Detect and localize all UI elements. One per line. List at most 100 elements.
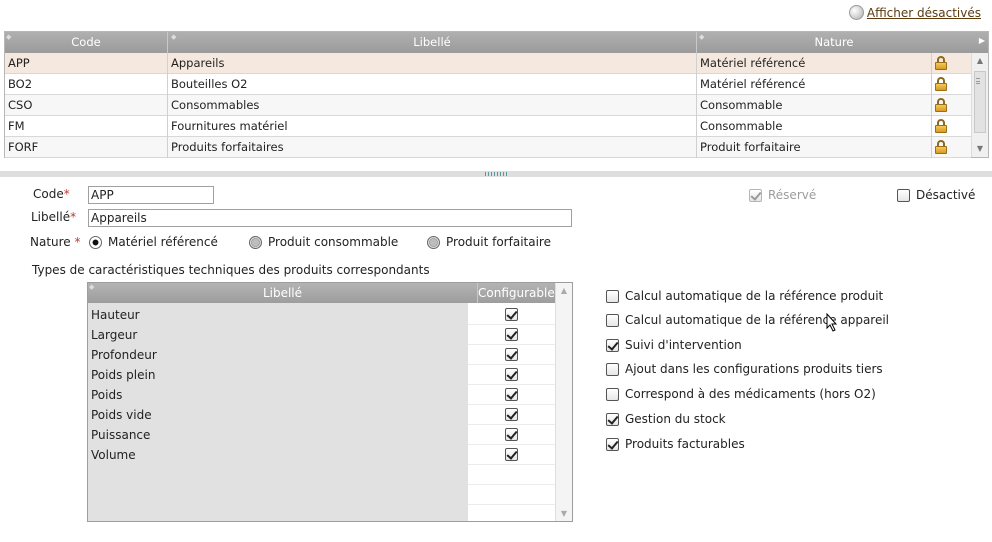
- characteristic-name: Poids: [91, 388, 123, 402]
- cell-nature: Consommable: [697, 116, 932, 137]
- cell-lock[interactable]: [932, 116, 971, 137]
- table-row[interactable]: FM Fournitures matériel Consommable: [5, 116, 971, 137]
- table-row[interactable]: BO2 Bouteilles O2 Matériel référencé: [5, 74, 971, 95]
- scroll-right-icon[interactable]: ▶: [979, 36, 985, 45]
- scroll-up-icon[interactable]: ▲: [556, 286, 572, 295]
- table-row[interactable]: FORF Produits forfaitaires Produit forfa…: [5, 137, 971, 158]
- show-disabled-link[interactable]: Afficher désactivés: [867, 6, 981, 20]
- nature-radio-materiel[interactable]: Matériel référencé: [89, 235, 218, 249]
- product-family-grid: ◆ Code ◆ Libellé ◆ Nature ▶ APP Appareil…: [4, 31, 989, 158]
- cell-code: FORF: [5, 137, 168, 158]
- scroll-up-icon[interactable]: ▲: [972, 54, 988, 68]
- list-item[interactable]: Largeur: [88, 325, 555, 345]
- checkbox-label: Désactivé: [916, 188, 976, 202]
- grid-header: ◆ Code ◆ Libellé ◆ Nature ▶: [5, 32, 988, 53]
- subgrid-scrollbar[interactable]: ▲ ▼: [555, 283, 572, 521]
- checkbox[interactable]: [606, 313, 619, 327]
- checkbox[interactable]: [897, 188, 910, 202]
- list-item[interactable]: Poids: [88, 385, 555, 405]
- cell-libelle: Consommables: [168, 95, 697, 116]
- configurable-checkbox[interactable]: [505, 448, 518, 461]
- panel-splitter[interactable]: [0, 171, 992, 177]
- characteristic-name: Poids plein: [91, 368, 156, 382]
- cell-libelle: Produits forfaitaires: [168, 137, 697, 158]
- configurable-checkbox[interactable]: [505, 408, 518, 421]
- configurable-checkbox[interactable]: [505, 328, 518, 341]
- nature-radio-consommable[interactable]: Produit consommable: [249, 235, 398, 249]
- cell-nature: Matériel référencé: [697, 74, 932, 95]
- radio-button[interactable]: [249, 235, 262, 249]
- lock-icon: [935, 98, 947, 112]
- cell-nature: Consommable: [697, 95, 932, 116]
- libelle-label: Libellé*: [31, 210, 77, 224]
- column-header-code[interactable]: Code: [5, 32, 168, 53]
- show-disabled-link-wrap[interactable]: Afficher désactivés: [848, 5, 981, 20]
- checkbox[interactable]: [606, 362, 619, 376]
- cell-code: BO2: [5, 74, 168, 95]
- column-header-configurable[interactable]: Configurable: [477, 283, 555, 303]
- configurable-checkbox[interactable]: [505, 428, 518, 441]
- table-row[interactable]: CSO Consommables Consommable: [5, 95, 971, 116]
- configurable-checkbox[interactable]: [505, 308, 518, 321]
- cell-libelle: Appareils: [168, 53, 697, 74]
- checkbox[interactable]: [606, 338, 619, 352]
- characteristic-name: Profondeur: [91, 348, 157, 362]
- configurable-checkbox[interactable]: [505, 348, 518, 361]
- cell-lock[interactable]: [932, 74, 971, 95]
- characteristic-name: Largeur: [91, 328, 138, 342]
- cell-nature: Matériel référencé: [697, 53, 932, 74]
- checkbox-label: Gestion du stock: [625, 412, 726, 426]
- desactive-checkbox[interactable]: Désactivé: [897, 188, 975, 202]
- cell-lock[interactable]: [932, 137, 971, 158]
- radio-button[interactable]: [89, 235, 102, 249]
- libelle-input[interactable]: [88, 209, 572, 227]
- scroll-down-icon[interactable]: ▼: [556, 509, 572, 518]
- option-ajout-config-tiers[interactable]: Ajout dans les configurations produits t…: [606, 362, 883, 376]
- cell-code: APP: [5, 53, 168, 74]
- characteristic-name: Volume: [91, 448, 136, 462]
- lock-icon: [935, 56, 947, 70]
- list-item[interactable]: Profondeur: [88, 345, 555, 365]
- option-produits-facturables[interactable]: Produits facturables: [606, 437, 745, 451]
- option-suivi-intervention[interactable]: Suivi d'intervention: [606, 338, 742, 352]
- globe-icon: [848, 5, 864, 20]
- column-header-libelle[interactable]: Libellé: [88, 283, 477, 303]
- characteristic-name: Puissance: [91, 428, 151, 442]
- list-item[interactable]: Poids vide: [88, 405, 555, 425]
- checkbox[interactable]: [606, 387, 619, 401]
- configurable-checkbox[interactable]: [505, 388, 518, 401]
- cell-lock[interactable]: [932, 53, 971, 74]
- radio-label: Produit forfaitaire: [446, 235, 551, 249]
- reserve-checkbox: Réservé: [749, 188, 816, 202]
- option-medicaments[interactable]: Correspond à des médicaments (hors O2): [606, 387, 876, 401]
- table-row[interactable]: APP Appareils Matériel référencé: [5, 53, 971, 74]
- list-item[interactable]: Volume: [88, 445, 555, 465]
- column-header-libelle[interactable]: Libellé: [168, 32, 697, 53]
- characteristics-grid: ◆ Libellé Configurable Hauteur Largeur P…: [87, 282, 573, 522]
- empty-row: [468, 485, 555, 505]
- column-header-nature[interactable]: Nature: [697, 32, 971, 53]
- list-item[interactable]: Puissance: [88, 425, 555, 445]
- lock-icon: [935, 77, 947, 91]
- list-item[interactable]: Hauteur: [88, 305, 555, 325]
- option-auto-ref-produit[interactable]: Calcul automatique de la référence produ…: [606, 289, 883, 303]
- nature-radio-forfaitaire[interactable]: Produit forfaitaire: [427, 235, 551, 249]
- option-auto-ref-appareil[interactable]: Calcul automatique de la référence appar…: [606, 313, 889, 327]
- checkbox-label: Ajout dans les configurations produits t…: [625, 362, 883, 376]
- checkbox-label: Calcul automatique de la référence appar…: [625, 313, 890, 327]
- cell-nature: Produit forfaitaire: [697, 137, 932, 158]
- checkbox[interactable]: [606, 412, 619, 426]
- scroll-down-icon[interactable]: ▼: [972, 142, 988, 156]
- code-input[interactable]: [88, 186, 214, 204]
- cell-libelle: Fournitures matériel: [168, 116, 697, 137]
- checkbox[interactable]: [606, 289, 619, 303]
- grid-scrollbar[interactable]: ▲ ▼: [971, 53, 988, 157]
- list-item[interactable]: Poids plein: [88, 365, 555, 385]
- option-gestion-stock[interactable]: Gestion du stock: [606, 412, 726, 426]
- radio-button[interactable]: [427, 235, 440, 249]
- cell-lock[interactable]: [932, 95, 971, 116]
- configurable-checkbox[interactable]: [505, 368, 518, 381]
- radio-label: Matériel référencé: [108, 235, 218, 249]
- checkbox[interactable]: [606, 437, 619, 451]
- cell-libelle: Bouteilles O2: [168, 74, 697, 95]
